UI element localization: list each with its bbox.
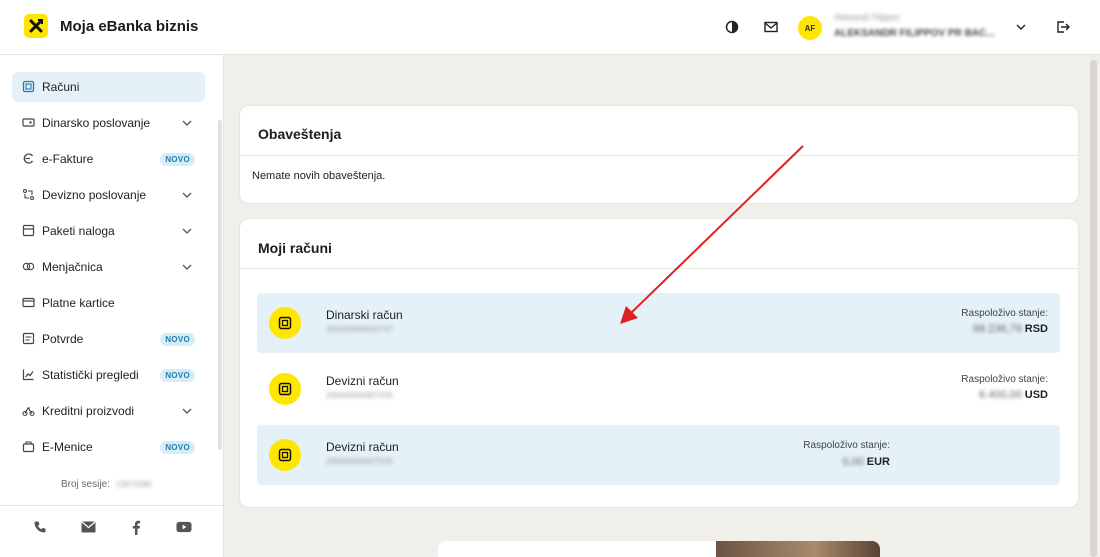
- account-number: 265000000000797: [326, 325, 393, 334]
- sidebar-item-label: e-Fakture: [42, 152, 94, 166]
- chevron-down-icon[interactable]: [1012, 18, 1030, 36]
- sidebar-item-platne-kartice[interactable]: Platne kartice: [12, 288, 205, 318]
- top-header: Moja eBanka biznis AF Aleksandr Filippov…: [0, 0, 1100, 55]
- account-icon: [269, 373, 301, 405]
- new-badge: NOVO: [160, 153, 195, 166]
- sidebar-item-potvrde[interactable]: Potvrde NOVO: [12, 324, 205, 354]
- app-title: Moja eBanka biznis: [60, 18, 199, 35]
- session-info: Broj sesije: 12672290: [61, 479, 164, 490]
- phone-icon[interactable]: [32, 519, 48, 535]
- session-value: 12672290: [115, 479, 152, 489]
- chevron-down-icon: [182, 120, 192, 126]
- new-badge: NOVO: [160, 441, 195, 454]
- user-avatar[interactable]: AF: [798, 16, 822, 40]
- account-row[interactable]: Devizni račun 265000000907026 Raspoloživ…: [257, 425, 1060, 485]
- new-badge: NOVO: [160, 369, 195, 382]
- session-label: Broj sesije:: [61, 479, 110, 490]
- sidebar-item-e-fakture[interactable]: e-Fakture NOVO: [12, 144, 205, 174]
- foreign-currency-icon: [22, 188, 35, 201]
- sidebar-item-statisticki-pregledi[interactable]: Statistički pregledi NOVO: [12, 360, 205, 390]
- sidebar-item-label: Statistički pregledi: [42, 368, 139, 382]
- accounts-icon: [22, 80, 35, 93]
- card-divider: [240, 268, 1078, 269]
- balance-value: 6.400,00 USD: [979, 389, 1048, 401]
- packages-icon: [22, 224, 35, 237]
- sidebar-item-label: Kreditni proizvodi: [42, 404, 135, 418]
- sidebar-item-label: Potvrde: [42, 332, 84, 346]
- balance-label: Raspoloživo stanje:: [961, 308, 1048, 319]
- chevron-down-icon: [182, 264, 192, 270]
- raiffeisen-logo-icon[interactable]: [24, 14, 48, 38]
- page-scrollbar[interactable]: [1090, 60, 1097, 557]
- balance-currency: USD: [1024, 389, 1048, 401]
- balance-amount: 0,00: [842, 456, 864, 468]
- promo-image: [716, 541, 880, 557]
- notifications-title: Obaveštenja: [258, 126, 342, 142]
- account-name: Dinarski račun: [326, 308, 403, 322]
- balance-currency: EUR: [866, 456, 890, 468]
- card-divider: [240, 155, 1078, 156]
- balance-amount: 6.400,00: [978, 389, 1022, 401]
- user-company: ALEKSANDR FILIPPOV PR BAČ...: [834, 28, 995, 39]
- account-row[interactable]: Devizni račun 265000000907026 Raspoloživ…: [257, 359, 1060, 419]
- sidebar-item-label: Paketi naloga: [42, 224, 115, 238]
- sidebar: Računi Dinarsko poslovanje e-Fakture NOV…: [0, 55, 224, 557]
- balance-label: Raspoloživo stanje:: [961, 374, 1048, 385]
- sidebar-item-paketi-naloga[interactable]: Paketi naloga: [12, 216, 205, 246]
- facebook-icon[interactable]: [128, 519, 144, 535]
- confirmations-icon: [22, 332, 35, 345]
- sidebar-item-devizno-poslovanje[interactable]: Devizno poslovanje: [12, 180, 205, 210]
- notifications-empty-text: Nemate novih obaveštenja.: [252, 170, 386, 182]
- sidebar-divider: [0, 505, 224, 506]
- sidebar-item-label: E-Menice: [42, 440, 93, 454]
- balance-value: 98.236,79 RSD: [973, 323, 1048, 335]
- sidebar-item-label: Dinarsko poslovanje: [42, 116, 151, 130]
- account-icon: [269, 307, 301, 339]
- user-name: Aleksandr Filippov: [834, 13, 900, 22]
- sidebar-item-kreditni-proizvodi[interactable]: Kreditni proizvodi: [12, 396, 205, 426]
- account-number: 265000000907026: [326, 457, 393, 466]
- sidebar-item-label: Devizno poslovanje: [42, 188, 147, 202]
- sidebar-item-label: Platne kartice: [42, 296, 115, 310]
- sidebar-item-menjacnica[interactable]: Menjačnica: [12, 252, 205, 282]
- sidebar-item-racuni[interactable]: Računi: [12, 72, 205, 102]
- youtube-icon[interactable]: [176, 519, 192, 535]
- accounts-card: Moji računi Dinarski račun 2650000000007…: [239, 218, 1079, 508]
- sidebar-item-dinarsko-poslovanje[interactable]: Dinarsko poslovanje: [12, 108, 205, 138]
- mail-icon[interactable]: [762, 18, 780, 36]
- account-number: 265000000907026: [326, 391, 393, 400]
- account-name: Devizni račun: [326, 440, 399, 454]
- accounts-title: Moji računi: [258, 240, 332, 256]
- account-row[interactable]: Dinarski račun 265000000000797 Raspoloži…: [257, 293, 1060, 353]
- account-icon: [269, 439, 301, 471]
- chevron-down-icon: [182, 408, 192, 414]
- balance-amount: 98.236,79: [972, 323, 1022, 335]
- card-icon: [22, 297, 35, 308]
- sidebar-item-label: Računi: [42, 80, 80, 94]
- contrast-toggle-icon[interactable]: [723, 18, 741, 36]
- sidebar-item-label: Menjačnica: [42, 260, 103, 274]
- statistics-icon: [22, 369, 34, 381]
- new-badge: NOVO: [160, 333, 195, 346]
- chevron-down-icon: [182, 192, 192, 198]
- e-menice-icon: [22, 441, 35, 453]
- balance-currency: RSD: [1024, 323, 1048, 335]
- logout-icon[interactable]: [1054, 18, 1072, 36]
- sidebar-item-e-menice[interactable]: E-Menice NOVO: [12, 432, 205, 462]
- account-name: Devizni račun: [326, 374, 399, 388]
- notifications-card: Obaveštenja Nemate novih obaveštenja.: [239, 105, 1079, 204]
- dinar-icon: [22, 118, 35, 127]
- credit-icon: [22, 406, 35, 417]
- exchange-icon: [22, 262, 35, 271]
- balance-value: 0,00 EUR: [842, 456, 890, 468]
- mail-icon[interactable]: [80, 519, 96, 535]
- chevron-down-icon: [182, 228, 192, 234]
- balance-label: Raspoloživo stanje:: [803, 440, 890, 451]
- sidebar-scrollbar[interactable]: [218, 120, 222, 450]
- e-invoice-icon: [23, 153, 34, 164]
